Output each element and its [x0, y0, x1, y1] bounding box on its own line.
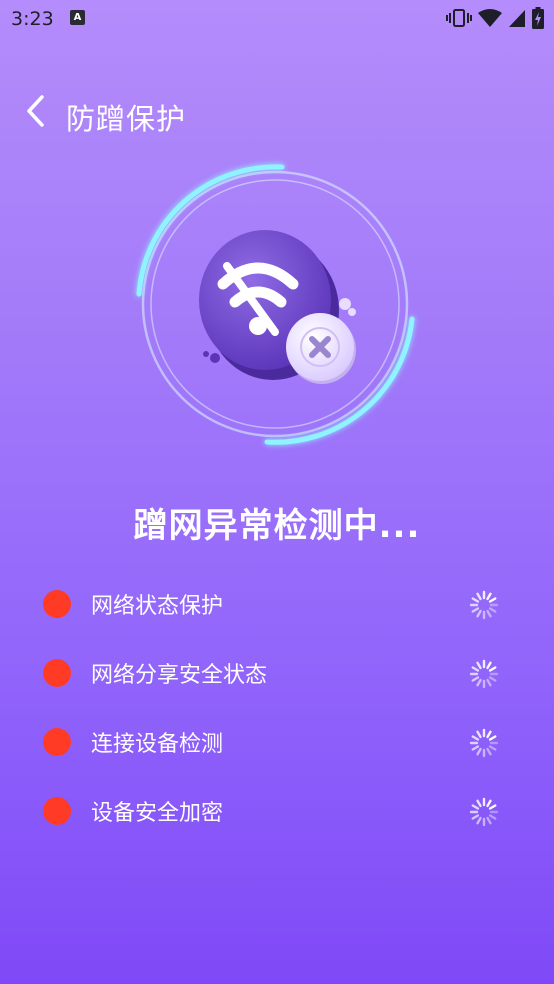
- loading-spinner-icon: [469, 659, 499, 689]
- status-dot: [43, 728, 71, 756]
- wifi-blocked-icon: [136, 164, 415, 445]
- notification-icon: A: [70, 10, 85, 25]
- check-label: 连接设备检测: [91, 732, 224, 757]
- list-item: 连接设备检测: [0, 712, 554, 772]
- status-time: 3:23: [11, 8, 54, 30]
- status-dot: [43, 590, 71, 618]
- header: 防蹭保护: [0, 80, 554, 150]
- loading-spinner-icon: [469, 728, 499, 758]
- page-title: 防蹭保护: [66, 102, 187, 136]
- list-item: 网络状态保护: [0, 574, 554, 634]
- chevron-left-icon: [24, 94, 46, 132]
- status-dot: [43, 797, 71, 825]
- check-label: 网络分享安全状态: [91, 663, 268, 688]
- loading-spinner-icon: [469, 590, 499, 620]
- check-label: 网络状态保护: [91, 594, 224, 619]
- battery-charging-icon: [532, 7, 544, 29]
- status-icons: [446, 7, 544, 29]
- scan-illustration: [127, 154, 427, 454]
- list-item: 网络分享安全状态: [0, 643, 554, 703]
- cellular-signal-icon: [508, 8, 526, 28]
- wifi-icon: [478, 8, 502, 28]
- back-button[interactable]: [18, 94, 52, 132]
- scan-status-title: 蹭网异常检测中...: [133, 506, 421, 546]
- list-item: 设备安全加密: [0, 781, 554, 841]
- status-bar: 3:23 A: [0, 0, 554, 38]
- loading-spinner-icon: [469, 797, 499, 827]
- vibrate-icon: [446, 8, 472, 28]
- check-label: 设备安全加密: [91, 801, 224, 826]
- status-dot: [43, 659, 71, 687]
